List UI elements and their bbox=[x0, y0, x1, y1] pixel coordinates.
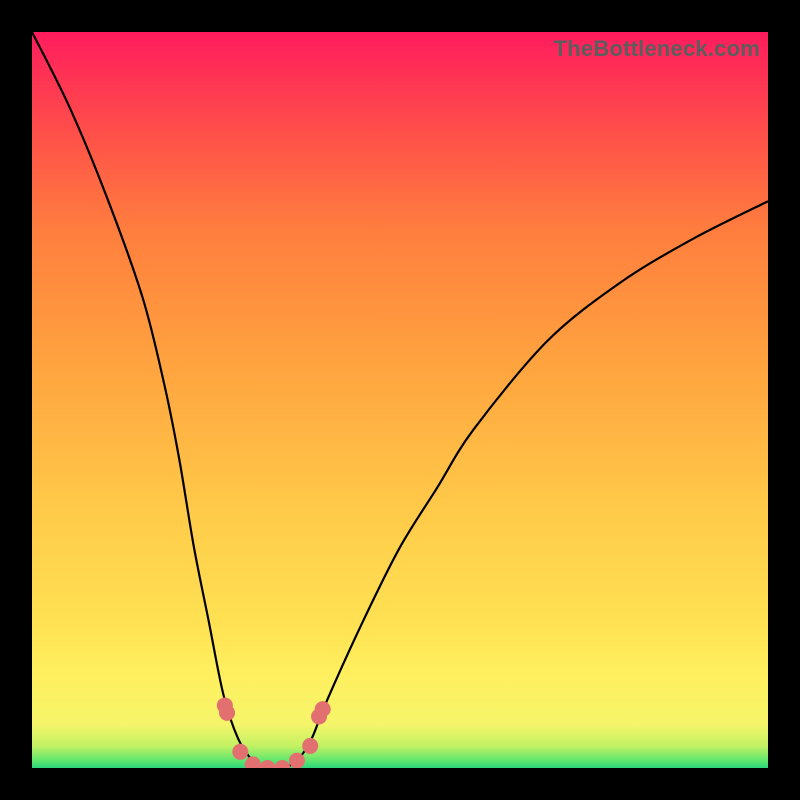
curve-marker bbox=[302, 738, 318, 754]
bottleneck-curve bbox=[32, 32, 768, 768]
curve-marker bbox=[289, 753, 305, 768]
curve-marker bbox=[232, 744, 248, 760]
chart-frame: TheBottleneck.com bbox=[32, 32, 768, 768]
curve-marker bbox=[315, 701, 331, 717]
curve-marker bbox=[274, 760, 290, 768]
curve-marker bbox=[260, 760, 276, 768]
curve-marker bbox=[219, 705, 235, 721]
curve-path bbox=[32, 32, 768, 768]
curve-marker bbox=[245, 756, 261, 768]
